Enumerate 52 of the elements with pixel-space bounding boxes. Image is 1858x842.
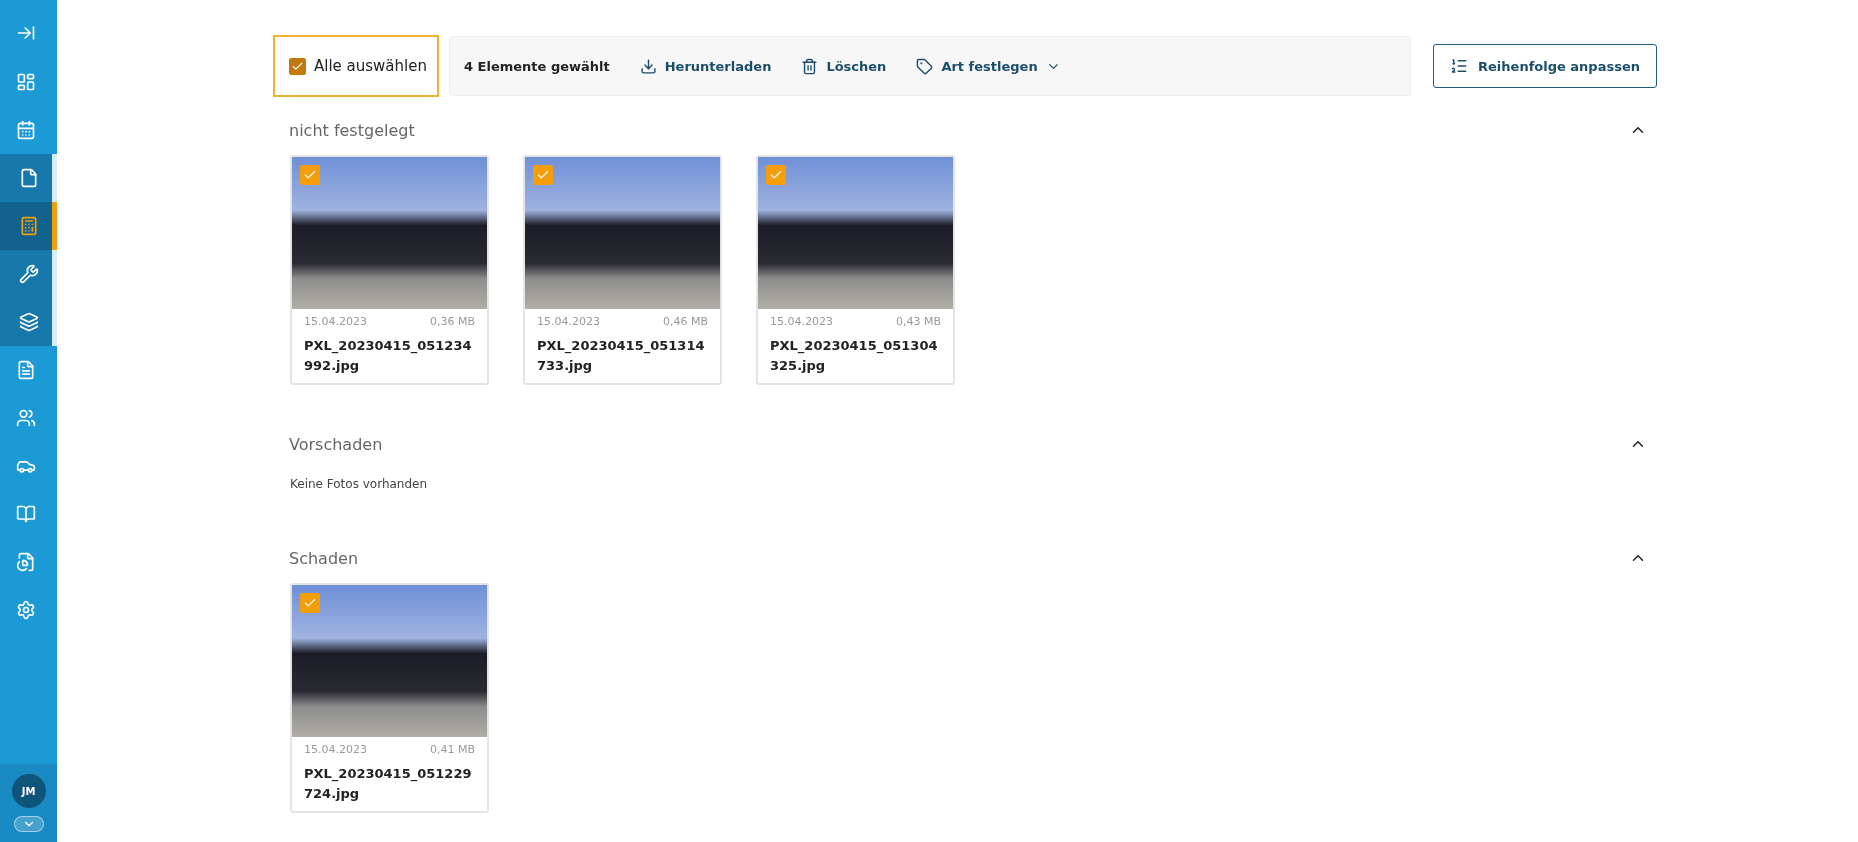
empty-message: Keine Fotos vorhanden [289,476,429,491]
section-title: Vorschaden [289,434,383,454]
chart-file-icon [16,552,36,572]
dashboard-icon [16,72,36,92]
photo-date: 15.04.2023 [537,315,600,328]
download-button[interactable]: Herunterladen [639,57,772,75]
photo-card[interactable]: 15.04.2023 0,36 MB PXL_20230415_051234992.jpg [290,155,489,385]
select-all-label: Alle auswählen [314,57,427,75]
file-name: PXL_20230415_051234992.jpg [303,337,473,375]
file-name: PXL_20230415_051229724.jpg [303,765,473,803]
file-name: PXL_20230415_051314733.jpg [536,337,706,375]
photo-date: 15.04.2023 [304,315,367,328]
ordered-list-icon [1450,57,1469,75]
file-size: 0,46 MB [662,315,708,328]
file-size: 0,41 MB [429,743,475,756]
check-icon [536,168,550,182]
photo-checkbox[interactable] [300,165,320,185]
photo-date: 15.04.2023 [770,315,833,328]
download-icon [639,57,657,75]
check-icon [303,596,317,610]
selection-count: 4 Elemente gewählt [464,58,610,74]
photo-date: 15.04.2023 [304,743,367,756]
photo-card[interactable]: 15.04.2023 0,41 MB PXL_20230415_051229724.jpg [290,583,489,813]
photo-checkbox[interactable] [300,593,320,613]
section-title: Schaden [289,548,359,568]
file-name: PXL_20230415_051304325.jpg [769,337,939,375]
check-icon [303,168,317,182]
dropdown-button[interactable]: Art festlegen [916,57,1061,75]
photo-card[interactable]: 15.04.2023 0,46 MB PXL_20230415_051314733.jpg [523,155,722,385]
delete-button[interactable]: Löschen [801,57,887,75]
section-title: nicht festgelegt [289,120,415,140]
calendar-icon [16,120,36,140]
photo-checkbox[interactable] [533,165,553,185]
check-icon [769,168,783,182]
trash-icon [801,57,819,75]
users-icon [16,408,36,428]
photo-checkbox[interactable] [766,165,786,185]
file-size: 0,36 MB [429,315,475,328]
tag-icon [916,57,934,75]
sidebar-item[interactable] [0,202,57,250]
tools-icon [18,264,39,284]
expand-button[interactable] [13,816,44,832]
document-icon [16,360,36,380]
reorder-button[interactable]: Reihenfolge anpassen [1433,44,1657,88]
photo-card[interactable]: 15.04.2023 0,43 MB PXL_20230415_051304325.jpg [756,155,955,385]
layers-icon [18,312,39,332]
menu-icon [16,23,36,43]
file-size: 0,43 MB [895,315,941,328]
user-avatar[interactable]: JM [11,774,46,808]
book-icon [16,504,36,524]
select-all-checkbox[interactable]: Alle auswählen [273,35,439,97]
settings-icon [16,600,36,620]
